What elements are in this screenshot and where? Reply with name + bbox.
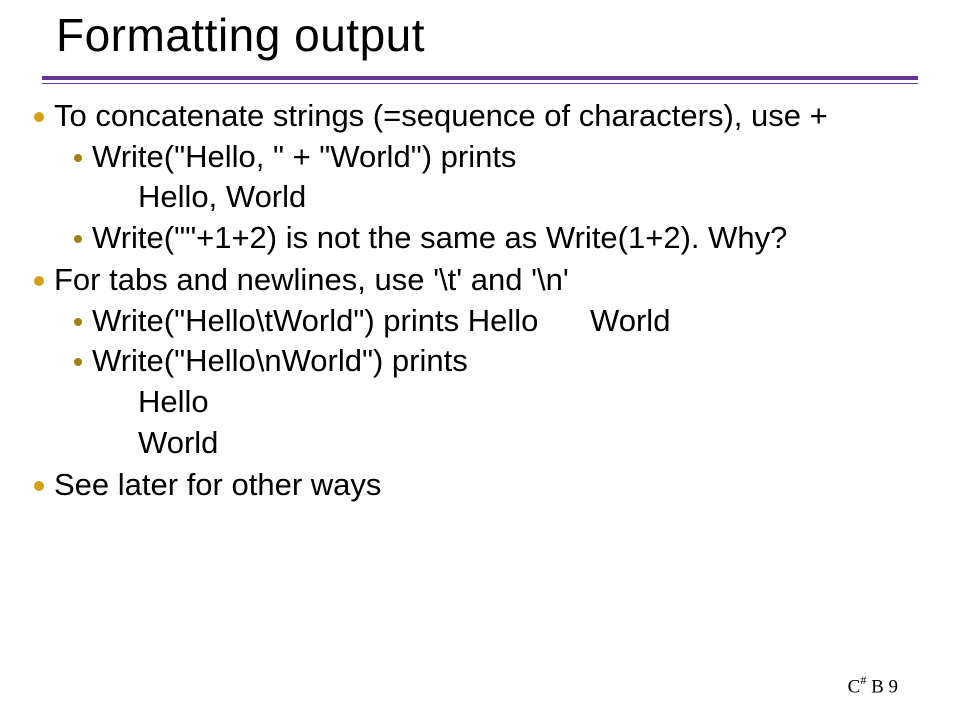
bullet-level3: Hello (26, 384, 934, 421)
tab-space (538, 303, 590, 338)
bullet-level3: Hello, World (26, 179, 934, 216)
output-text: Hello, World (138, 179, 934, 216)
slide-title: Formatting output (0, 0, 960, 76)
bullet-level2: Write("Hello\tWorld") prints Hello World (26, 303, 934, 340)
bullet-level3: World (26, 425, 934, 462)
bullet-level1: To concatenate strings (=sequence of cha… (26, 98, 934, 135)
bullet-text: Write("Hello, " + "World") prints (92, 139, 934, 176)
bullet-text: Write(""+1+2) is not the same as Write(1… (92, 220, 934, 257)
divider (42, 76, 918, 80)
slide-footer: C# B 9 (848, 674, 898, 698)
footer-hash: # (860, 673, 866, 687)
bullet-level2: Write("Hello\nWorld") prints (26, 343, 934, 380)
bullet-text: For tabs and newlines, use '\t' and '\n' (54, 262, 934, 299)
bullet-text: See later for other ways (54, 467, 934, 504)
bullet-level1: For tabs and newlines, use '\t' and '\n' (26, 262, 934, 299)
footer-left: C (848, 676, 861, 697)
bullet-text: Write("Hello\nWorld") prints (92, 343, 934, 380)
footer-right: B 9 (866, 676, 898, 697)
bullet-text-pre: Write("Hello\tWorld") prints Hello (92, 303, 538, 338)
output-text: World (138, 425, 934, 462)
bullet-level1: See later for other ways (26, 467, 934, 504)
bullet-level2: Write("Hello, " + "World") prints (26, 139, 934, 176)
bullet-icon (74, 358, 82, 366)
bullet-icon (34, 481, 44, 491)
bullet-icon (74, 235, 82, 243)
bullet-text: Write("Hello\tWorld") prints Hello World (92, 303, 934, 340)
bullet-text-post: World (590, 303, 670, 338)
bullet-icon (74, 318, 82, 326)
output-text: Hello (138, 384, 934, 421)
bullet-text: To concatenate strings (=sequence of cha… (54, 98, 934, 135)
bullet-icon (34, 276, 44, 286)
slide: Formatting output To concatenate strings… (0, 0, 960, 720)
bullet-level2: Write(""+1+2) is not the same as Write(1… (26, 220, 934, 257)
slide-content: To concatenate strings (=sequence of cha… (0, 98, 960, 504)
bullet-icon (34, 112, 44, 122)
bullet-icon (74, 154, 82, 162)
